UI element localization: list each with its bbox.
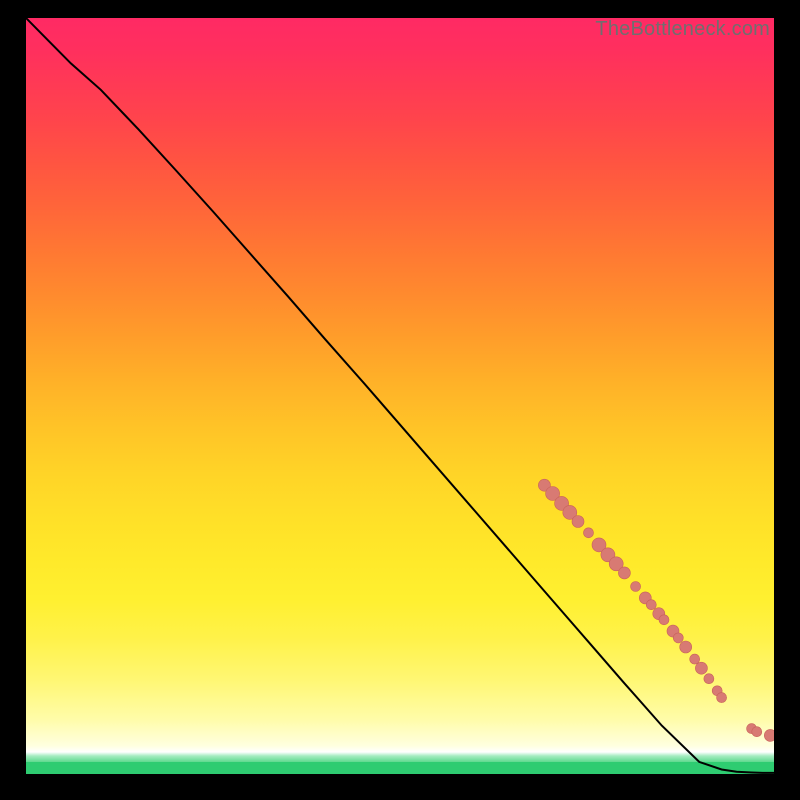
data-marker [646, 600, 656, 610]
curve-line [26, 18, 774, 773]
chart-frame: TheBottleneck.com [26, 18, 774, 774]
data-marker [572, 516, 584, 528]
data-marker [752, 727, 762, 737]
watermark-label: TheBottleneck.com [595, 18, 770, 41]
data-marker [690, 654, 700, 664]
data-marker [704, 674, 714, 684]
chart-overlay [26, 18, 774, 774]
data-marker [680, 641, 692, 653]
data-marker [764, 729, 774, 741]
data-marker [659, 615, 669, 625]
data-marker [717, 693, 727, 703]
data-marker [695, 662, 707, 674]
data-markers [538, 479, 774, 741]
data-marker [673, 633, 683, 643]
data-marker [584, 528, 594, 538]
data-marker [618, 567, 630, 579]
data-marker [631, 582, 641, 592]
